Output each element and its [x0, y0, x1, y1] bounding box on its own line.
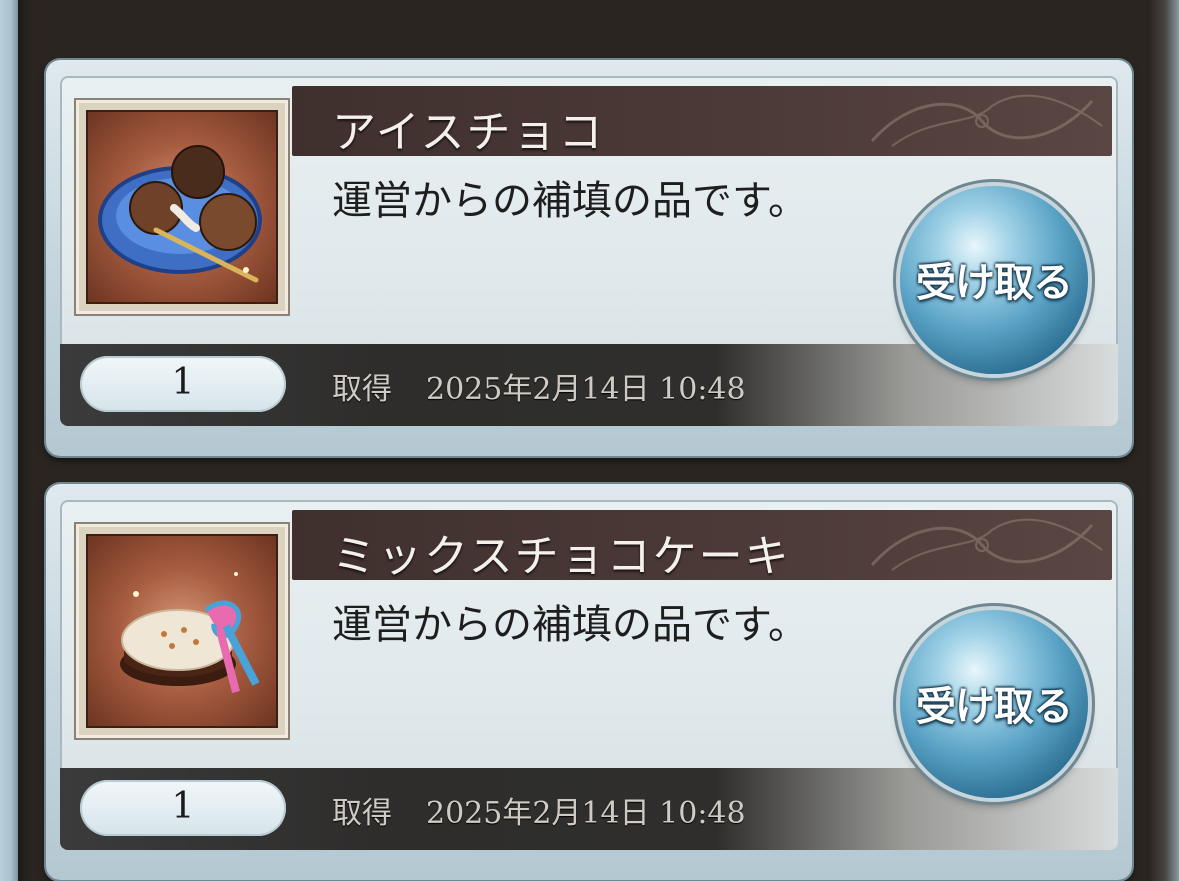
item-icon-frame: [76, 100, 288, 314]
claim-button-label: 受け取る: [916, 684, 1073, 730]
item-icon-frame: [76, 524, 288, 738]
item-name: ミックスチョコケーキ: [332, 531, 791, 582]
item-name: アイスチョコ: [332, 107, 605, 158]
reward-card: アイスチョコ 運営からの補填の品です。 1 取得 2025年2月14日 10:48…: [46, 60, 1132, 456]
acquired-info: 取得 2025年2月14日 10:48: [332, 788, 746, 832]
quantity-badge: 1: [80, 780, 286, 836]
reward-list: アイスチョコ 運営からの補填の品です。 1 取得 2025年2月14日 10:48…: [0, 0, 1179, 881]
acquired-label: 取得: [332, 796, 392, 831]
quantity-value: 1: [171, 362, 195, 403]
quantity-badge: 1: [80, 356, 286, 412]
quantity-value: 1: [171, 786, 195, 827]
claim-button[interactable]: 受け取る: [900, 186, 1088, 374]
acquired-date: 2025年2月14日 10:48: [426, 796, 746, 831]
ornament-icon: [870, 518, 1103, 571]
ice-chocolate-icon: [86, 110, 278, 304]
acquired-label: 取得: [332, 372, 392, 407]
claim-button[interactable]: 受け取る: [900, 610, 1088, 798]
item-description: 運営からの補填の品です。: [332, 602, 808, 648]
ornament-icon: [870, 94, 1103, 147]
acquired-info: 取得 2025年2月14日 10:48: [332, 364, 746, 408]
item-description: 運営からの補填の品です。: [332, 178, 808, 224]
mixed-chocolate-cake-icon: [86, 534, 278, 728]
acquired-date: 2025年2月14日 10:48: [426, 372, 746, 407]
claim-button-label: 受け取る: [916, 260, 1073, 306]
reward-card: ミックスチョコケーキ 運営からの補填の品です。 1 取得 2025年2月14日 1…: [46, 484, 1132, 880]
